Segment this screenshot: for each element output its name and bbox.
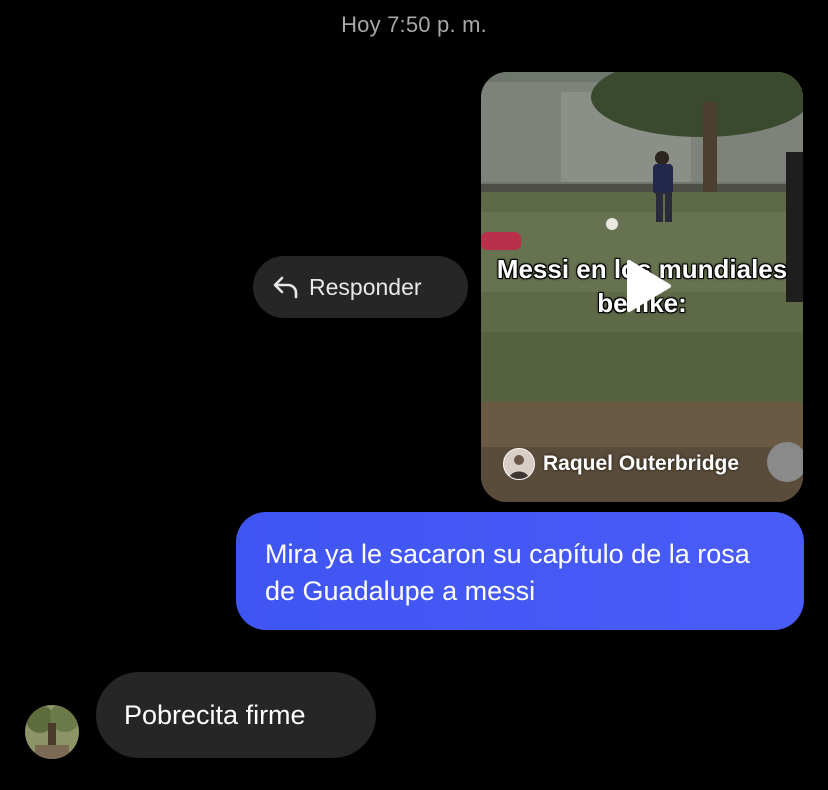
reply-arrow-icon [271, 272, 301, 302]
play-icon[interactable] [621, 258, 673, 314]
received-message-bubble[interactable]: Pobrecita firme [96, 672, 376, 758]
reply-label: Responder [309, 273, 422, 300]
reply-button[interactable]: Responder [253, 256, 468, 318]
avatar[interactable] [25, 705, 79, 759]
timestamp: Hoy 7:50 p. m. [341, 12, 487, 37]
creator-name: Raquel Outerbridge [543, 452, 740, 475]
video-creator[interactable]: Raquel Outerbridge [503, 448, 739, 480]
shared-video-card[interactable]: Messi en los mundiales be like: Raquel O… [481, 72, 803, 502]
creator-avatar [503, 448, 535, 480]
sent-message-bubble[interactable]: Mira ya le sacaron su capítulo de la ros… [236, 512, 804, 630]
